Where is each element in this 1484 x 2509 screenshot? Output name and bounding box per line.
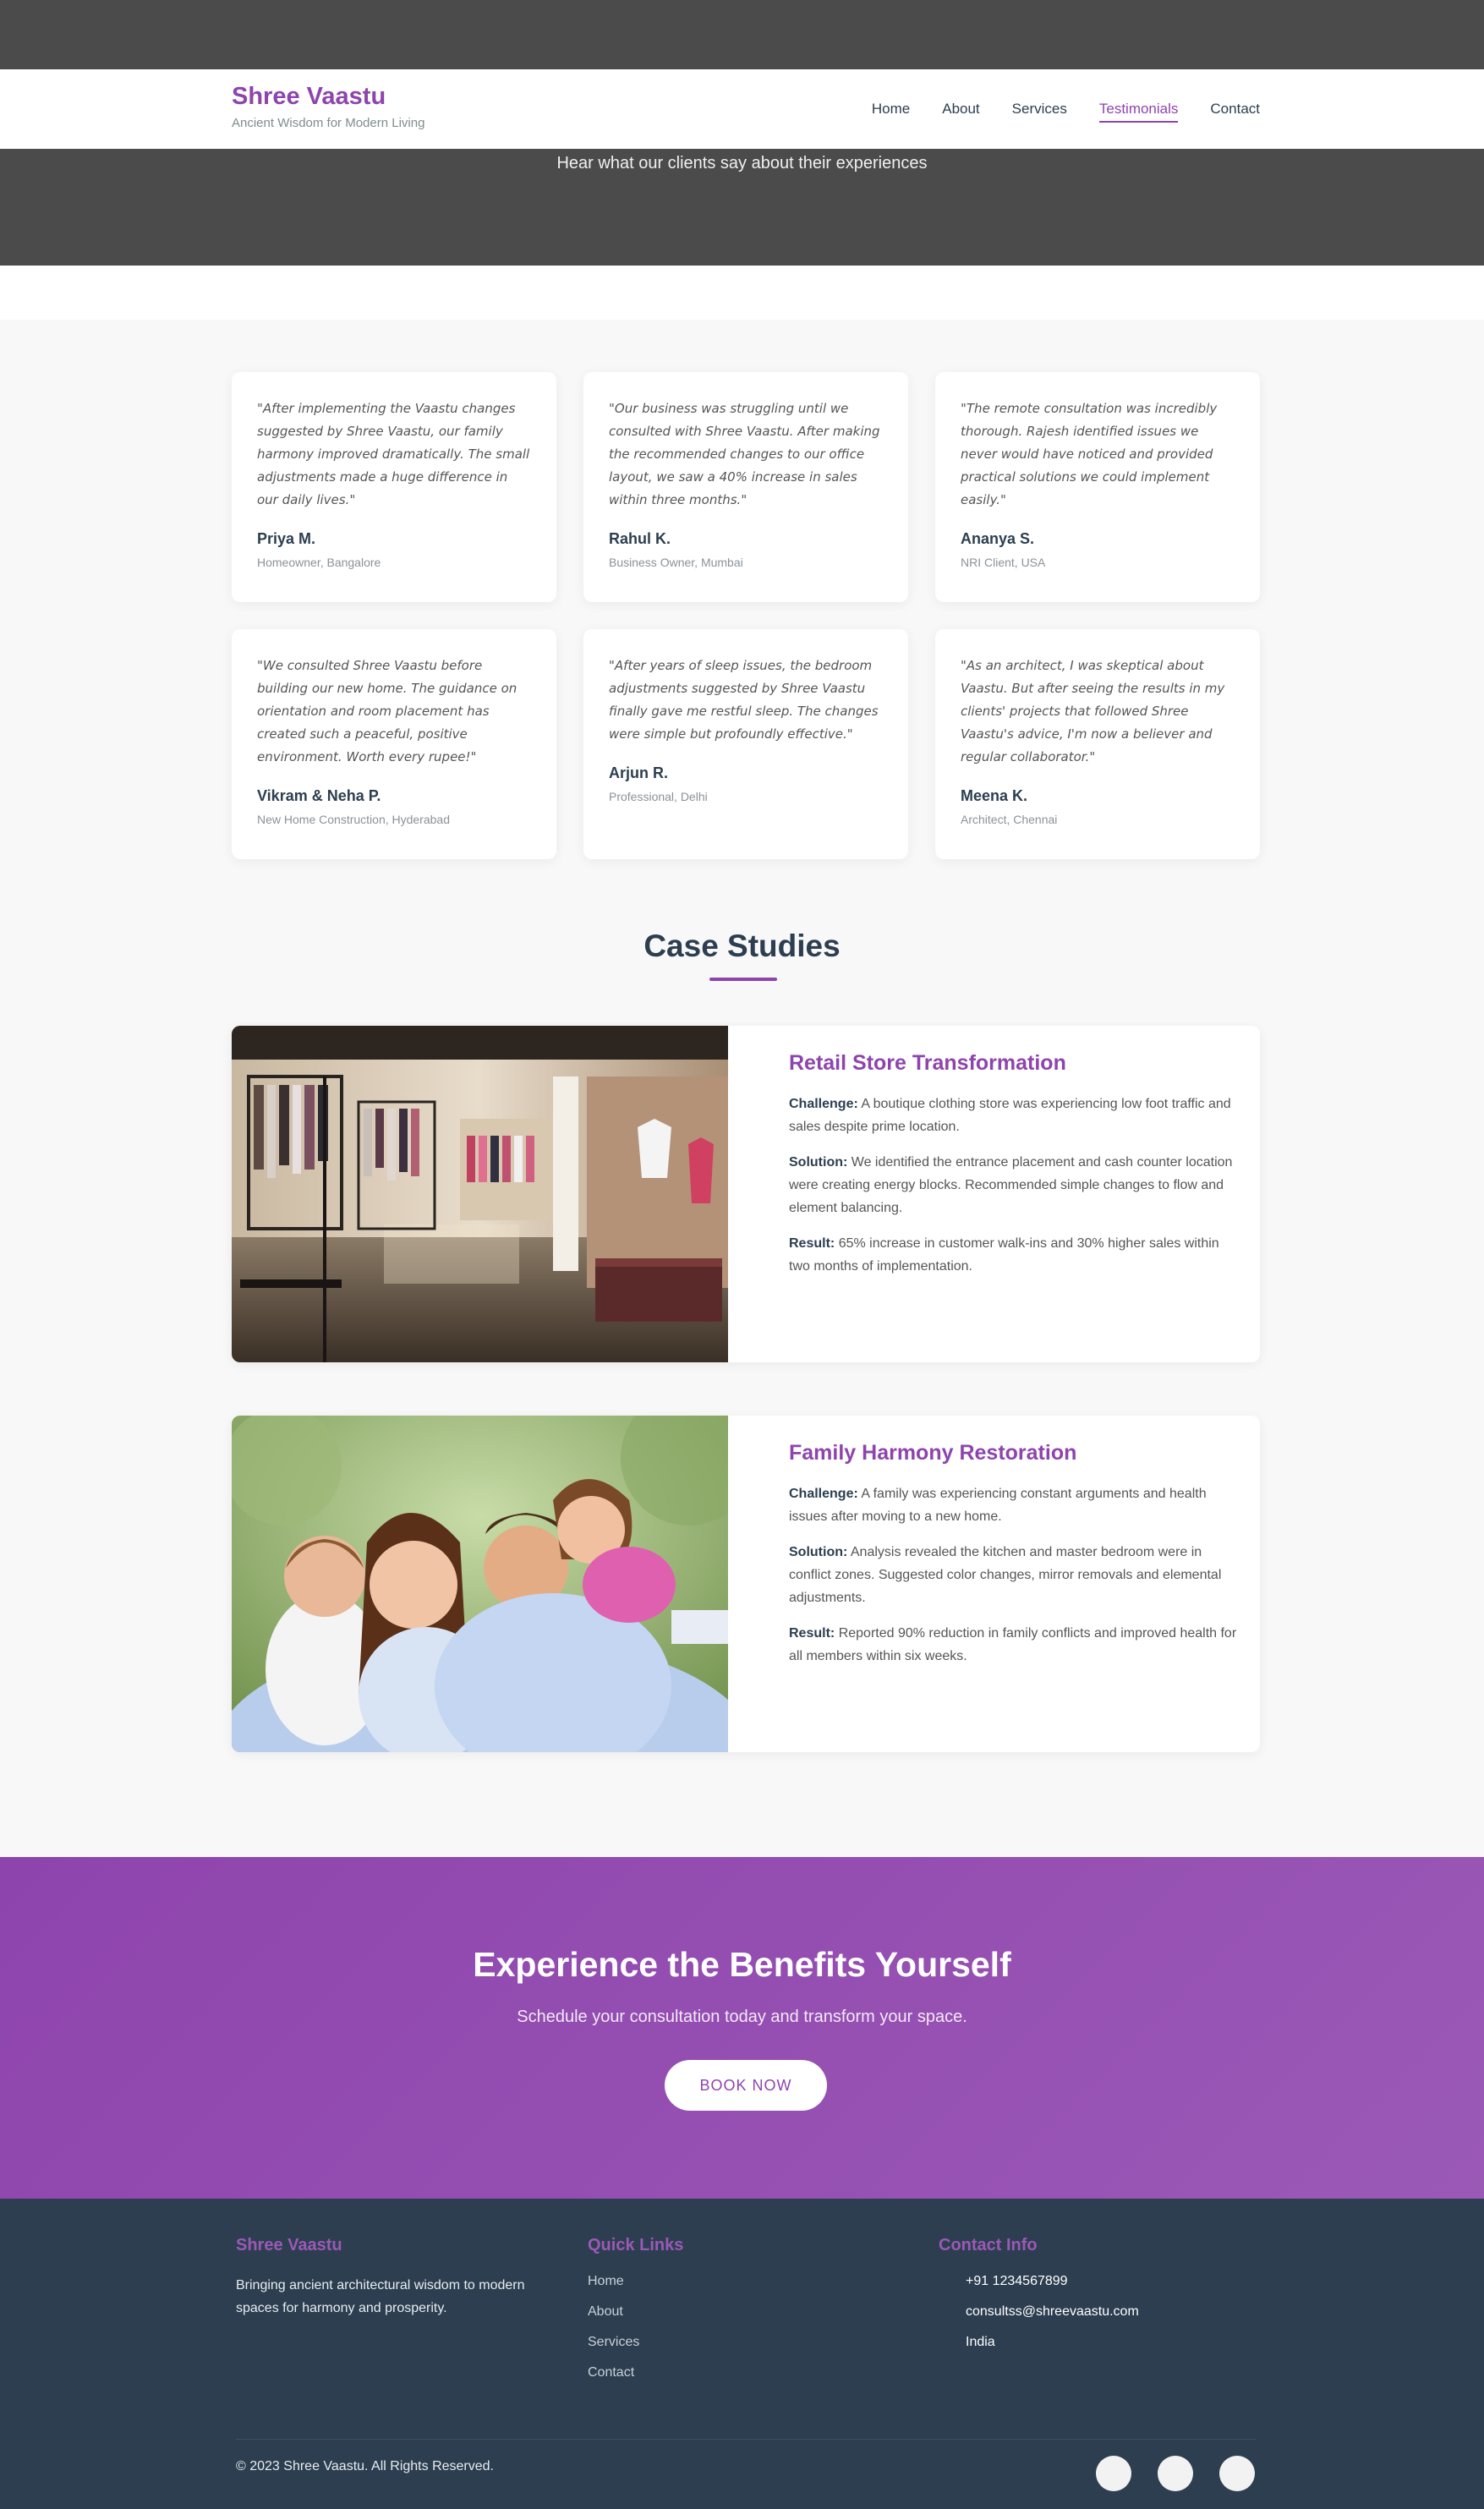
footer-phone[interactable]: +91 1234567899	[939, 2274, 1260, 2289]
case-study-card: Family Harmony Restoration Challenge: A …	[232, 1416, 1260, 1752]
footer-copyright: © 2023 Shree Vaastu. All Rights Reserved…	[236, 2459, 494, 2473]
testimonial-card: "As an architect, I was skeptical about …	[935, 629, 1260, 859]
footer-divider	[236, 2439, 1256, 2440]
brand[interactable]: Shree Vaastu Ancient Wisdom for Modern L…	[232, 83, 424, 130]
heading-underline	[709, 978, 777, 981]
nav-home[interactable]: Home	[872, 101, 910, 123]
footer-about-text: Bringing ancient architectural wisdom to…	[236, 2278, 525, 2315]
footer-contact: Contact Info +91 1234567899 consultss@sh…	[939, 2236, 1260, 2365]
result-text: Reported 90% reduction in family conflic…	[789, 1626, 1237, 1663]
testimonial-role: Business Owner, Mumbai	[609, 556, 743, 569]
testimonial-quote: "Our business was struggling until we co…	[609, 401, 880, 507]
footer-about: Shree Vaastu Bringing ancient architectu…	[236, 2236, 557, 2320]
footer-link-home[interactable]: Home	[588, 2274, 841, 2289]
book-now-button[interactable]: BOOK NOW	[665, 2060, 827, 2111]
nav-testimonials[interactable]: Testimonials	[1098, 101, 1179, 123]
footer-link-about[interactable]: About	[588, 2304, 841, 2320]
site-header: Shree Vaastu Ancient Wisdom for Modern L…	[0, 69, 1484, 149]
case-study-card: Retail Store Transformation Challenge: A…	[232, 1026, 1260, 1362]
testimonial-card: "We consulted Shree Vaastu before buildi…	[232, 629, 556, 859]
case-challenge: Challenge: A family was experiencing con…	[789, 1482, 1237, 1528]
solution-text: We identified the entrance placement and…	[789, 1155, 1233, 1215]
testimonial-author: Arjun R.	[609, 764, 668, 781]
nav-services[interactable]: Services	[1012, 101, 1067, 123]
testimonial-role: Architect, Chennai	[961, 813, 1058, 826]
footer-link-services[interactable]: Services	[588, 2335, 841, 2350]
challenge-label: Challenge:	[789, 1487, 858, 1501]
testimonial-card: "After implementing the Vaastu changes s…	[232, 372, 556, 602]
main-nav: Home About Services Testimonials Contact	[872, 101, 1260, 123]
testimonial-role: NRI Client, USA	[961, 556, 1046, 569]
nav-contact[interactable]: Contact	[1210, 101, 1260, 123]
hero-banner: Hear what our clients say about their ex…	[0, 149, 1484, 266]
testimonial-quote: "As an architect, I was skeptical about …	[961, 658, 1225, 764]
case-result: Result: Reported 90% reduction in family…	[789, 1622, 1237, 1668]
testimonials-grid: "After implementing the Vaastu changes s…	[232, 372, 1260, 859]
result-label: Result:	[789, 1626, 835, 1641]
hero-subtitle: Hear what our clients say about their ex…	[556, 154, 928, 173]
testimonial-quote: "After years of sleep issues, the bedroo…	[609, 658, 879, 742]
solution-label: Solution:	[789, 1155, 848, 1170]
testimonial-quote: "The remote consultation was incredibly …	[961, 401, 1218, 507]
footer-link-contact[interactable]: Contact	[588, 2365, 841, 2380]
testimonial-role: Professional, Delhi	[609, 790, 708, 803]
case-study-title: Family Harmony Restoration	[789, 1441, 1077, 1465]
testimonial-author: Vikram & Neha P.	[257, 787, 381, 804]
footer-contact-heading: Contact Info	[939, 2236, 1038, 2254]
family-photo-image	[232, 1416, 728, 1752]
brand-tagline: Ancient Wisdom for Modern Living	[232, 116, 425, 130]
testimonial-author: Meena K.	[961, 787, 1028, 804]
testimonial-author: Ananya S.	[961, 530, 1035, 547]
section-spacer	[0, 266, 1484, 320]
testimonial-author: Priya M.	[257, 530, 316, 547]
case-study-content: Retail Store Transformation Challenge: A…	[789, 1051, 1237, 1290]
testimonial-quote: "After implementing the Vaastu changes s…	[257, 401, 530, 507]
solution-label: Solution:	[789, 1545, 848, 1559]
solution-text: Analysis revealed the kitchen and master…	[789, 1545, 1222, 1605]
footer-quick-links: Quick Links Home About Services Contact	[588, 2236, 841, 2396]
case-study-title: Retail Store Transformation	[789, 1051, 1066, 1075]
social-icon-3[interactable]	[1219, 2456, 1255, 2491]
case-challenge: Challenge: A boutique clothing store was…	[789, 1093, 1237, 1138]
brand-name[interactable]: Shree Vaastu	[232, 83, 424, 111]
social-icon-2[interactable]	[1158, 2456, 1193, 2491]
case-studies-heading: Case Studies	[643, 929, 841, 963]
challenge-label: Challenge:	[789, 1097, 858, 1111]
testimonial-author: Rahul K.	[609, 530, 671, 547]
testimonial-role: New Home Construction, Hyderabad	[257, 813, 450, 826]
result-text: 65% increase in customer walk-ins and 30…	[789, 1236, 1219, 1274]
footer-email[interactable]: consultss@shreevaastu.com	[939, 2304, 1260, 2320]
case-result: Result: 65% increase in customer walk-in…	[789, 1232, 1237, 1278]
testimonial-card: "After years of sleep issues, the bedroo…	[583, 629, 908, 859]
cta-section: Experience the Benefits Yourself Schedul…	[0, 1857, 1484, 2199]
footer-links-heading: Quick Links	[588, 2236, 684, 2254]
result-label: Result:	[789, 1236, 835, 1251]
top-banner	[0, 0, 1484, 69]
case-study-content: Family Harmony Restoration Challenge: A …	[789, 1441, 1237, 1680]
cta-subtitle: Schedule your consultation today and tra…	[517, 2008, 967, 2026]
testimonial-card: "The remote consultation was incredibly …	[935, 372, 1260, 602]
nav-about[interactable]: About	[942, 101, 979, 123]
footer-about-heading: Shree Vaastu	[236, 2236, 342, 2254]
testimonial-card: "Our business was struggling until we co…	[583, 372, 908, 602]
social-icon-1[interactable]	[1096, 2456, 1131, 2491]
site-footer: Shree Vaastu Bringing ancient architectu…	[0, 2199, 1484, 2509]
testimonial-quote: "We consulted Shree Vaastu before buildi…	[257, 658, 517, 764]
retail-store-image	[232, 1026, 728, 1362]
footer-country: India	[966, 2335, 995, 2349]
cta-title: Experience the Benefits Yourself	[473, 1945, 1011, 1984]
case-solution: Solution: Analysis revealed the kitchen …	[789, 1541, 1237, 1609]
testimonial-role: Homeowner, Bangalore	[257, 556, 381, 569]
case-solution: Solution: We identified the entrance pla…	[789, 1151, 1237, 1219]
